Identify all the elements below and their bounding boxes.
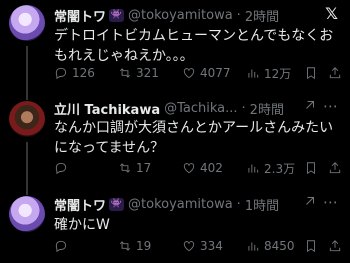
avatar[interactable] bbox=[9, 196, 45, 232]
tweet-text: 確かにW bbox=[54, 217, 110, 233]
bookmark-icon bbox=[307, 240, 315, 253]
retweet-icon bbox=[120, 68, 130, 78]
reply-button[interactable] bbox=[54, 239, 118, 253]
author-name[interactable]: 常闇トワ bbox=[54, 6, 106, 25]
tweet-header: 常闇トワ 👾 @tokoyamitowa · 1時間 bbox=[54, 194, 279, 214]
thread-connector bbox=[26, 46, 28, 96]
author-name[interactable]: 常闇トワ bbox=[54, 195, 106, 214]
grok-icon[interactable] bbox=[304, 195, 316, 207]
bookmark-icon bbox=[307, 67, 315, 80]
bookmark-button[interactable] bbox=[304, 239, 322, 253]
retweet-icon bbox=[120, 241, 130, 251]
like-count: 402 bbox=[200, 161, 223, 175]
views-count: 12万 bbox=[264, 66, 292, 81]
tweet-header: 常闇トワ 👾 @tokoyamitowa · 2時間 bbox=[54, 5, 279, 25]
share-icon bbox=[329, 240, 341, 252]
author-name[interactable]: 立川 Tachikawa bbox=[54, 99, 160, 118]
reply-icon bbox=[55, 67, 67, 80]
thread-connector bbox=[26, 142, 28, 184]
tweet-text: なんか口調が大須さんとかアールさんみたいになってません？ bbox=[54, 120, 334, 156]
views-count: 8450 bbox=[264, 239, 295, 253]
like-button[interactable]: 334 bbox=[182, 239, 246, 253]
bookmark-icon bbox=[307, 162, 315, 175]
bookmark-button[interactable] bbox=[304, 66, 322, 80]
author-handle[interactable]: @tokoyamitowa bbox=[128, 8, 233, 23]
views-button[interactable]: 2.3万 bbox=[246, 160, 304, 177]
more-icon[interactable]: ⋯ bbox=[323, 193, 338, 211]
author-handle[interactable]: @Tachika... bbox=[164, 101, 237, 116]
like-button[interactable]: 4077 bbox=[182, 66, 246, 80]
retweet-icon bbox=[120, 163, 130, 173]
heart-icon bbox=[183, 163, 195, 174]
like-count: 334 bbox=[200, 239, 223, 253]
separator-dot: · bbox=[241, 100, 246, 116]
timestamp[interactable]: 2時間 bbox=[245, 6, 279, 25]
action-bar: 19 334 8450 bbox=[54, 237, 344, 255]
thread-connector bbox=[26, 94, 28, 100]
avatar[interactable] bbox=[9, 101, 45, 137]
heart-icon bbox=[183, 68, 195, 79]
views-button[interactable]: 8450 bbox=[246, 239, 304, 253]
like-button[interactable]: 402 bbox=[182, 161, 246, 175]
reply-button[interactable] bbox=[54, 161, 118, 175]
bookmark-button[interactable] bbox=[304, 161, 322, 175]
tweet-2[interactable]: 立川 Tachikawa @Tachika... · 2時間 ⋯ なんか口調が大… bbox=[0, 94, 350, 184]
affiliate-badge-icon[interactable]: 👾 bbox=[109, 197, 125, 211]
reply-icon bbox=[55, 240, 67, 253]
like-count: 4077 bbox=[200, 66, 231, 80]
retweet-count: 19 bbox=[136, 239, 152, 253]
share-icon bbox=[329, 67, 341, 79]
reply-button[interactable]: 126 bbox=[54, 66, 118, 80]
grok-icon[interactable] bbox=[304, 99, 316, 111]
tweet-1[interactable]: 常闇トワ 👾 @tokoyamitowa · 2時間 𝕏 デトロイトビカムヒュー… bbox=[0, 0, 350, 96]
timestamp[interactable]: 2時間 bbox=[250, 99, 284, 118]
author-handle[interactable]: @tokoyamitowa bbox=[128, 197, 233, 212]
x-logo-icon[interactable]: 𝕏 bbox=[325, 4, 338, 23]
views-icon bbox=[248, 69, 259, 78]
share-button[interactable] bbox=[328, 66, 342, 80]
tweet-header: 立川 Tachikawa @Tachika... · 2時間 bbox=[54, 98, 284, 118]
retweet-button[interactable]: 17 bbox=[118, 161, 182, 175]
tweet-text: デトロイトビカムヒューマンとんでもなくおもれえじゃねえか。。。 bbox=[54, 28, 334, 64]
action-bar: 17 402 2.3万 bbox=[54, 159, 344, 177]
separator-dot: · bbox=[236, 7, 241, 23]
avatar[interactable] bbox=[9, 5, 45, 41]
retweet-button[interactable]: 19 bbox=[118, 239, 182, 253]
retweet-count: 321 bbox=[136, 66, 159, 80]
views-icon bbox=[248, 164, 259, 173]
reply-count: 126 bbox=[72, 66, 95, 80]
more-icon[interactable]: ⋯ bbox=[323, 97, 338, 115]
share-icon bbox=[329, 162, 341, 174]
heart-icon bbox=[183, 241, 195, 252]
views-count: 2.3万 bbox=[264, 161, 296, 176]
separator-dot: · bbox=[236, 196, 241, 212]
share-button[interactable] bbox=[328, 161, 342, 175]
retweet-count: 17 bbox=[136, 161, 152, 175]
timestamp[interactable]: 1時間 bbox=[245, 195, 279, 214]
tweet-3[interactable]: 常闇トワ 👾 @tokoyamitowa · 1時間 ⋯ 確かにW 19 334… bbox=[0, 184, 350, 263]
action-bar: 126 321 4077 12万 bbox=[54, 64, 344, 82]
share-button[interactable] bbox=[328, 239, 342, 253]
views-icon bbox=[248, 242, 259, 251]
affiliate-badge-icon[interactable]: 👾 bbox=[109, 8, 125, 22]
retweet-button[interactable]: 321 bbox=[118, 66, 182, 80]
views-button[interactable]: 12万 bbox=[246, 65, 304, 82]
thread-connector bbox=[26, 184, 28, 195]
reply-icon bbox=[55, 162, 67, 175]
